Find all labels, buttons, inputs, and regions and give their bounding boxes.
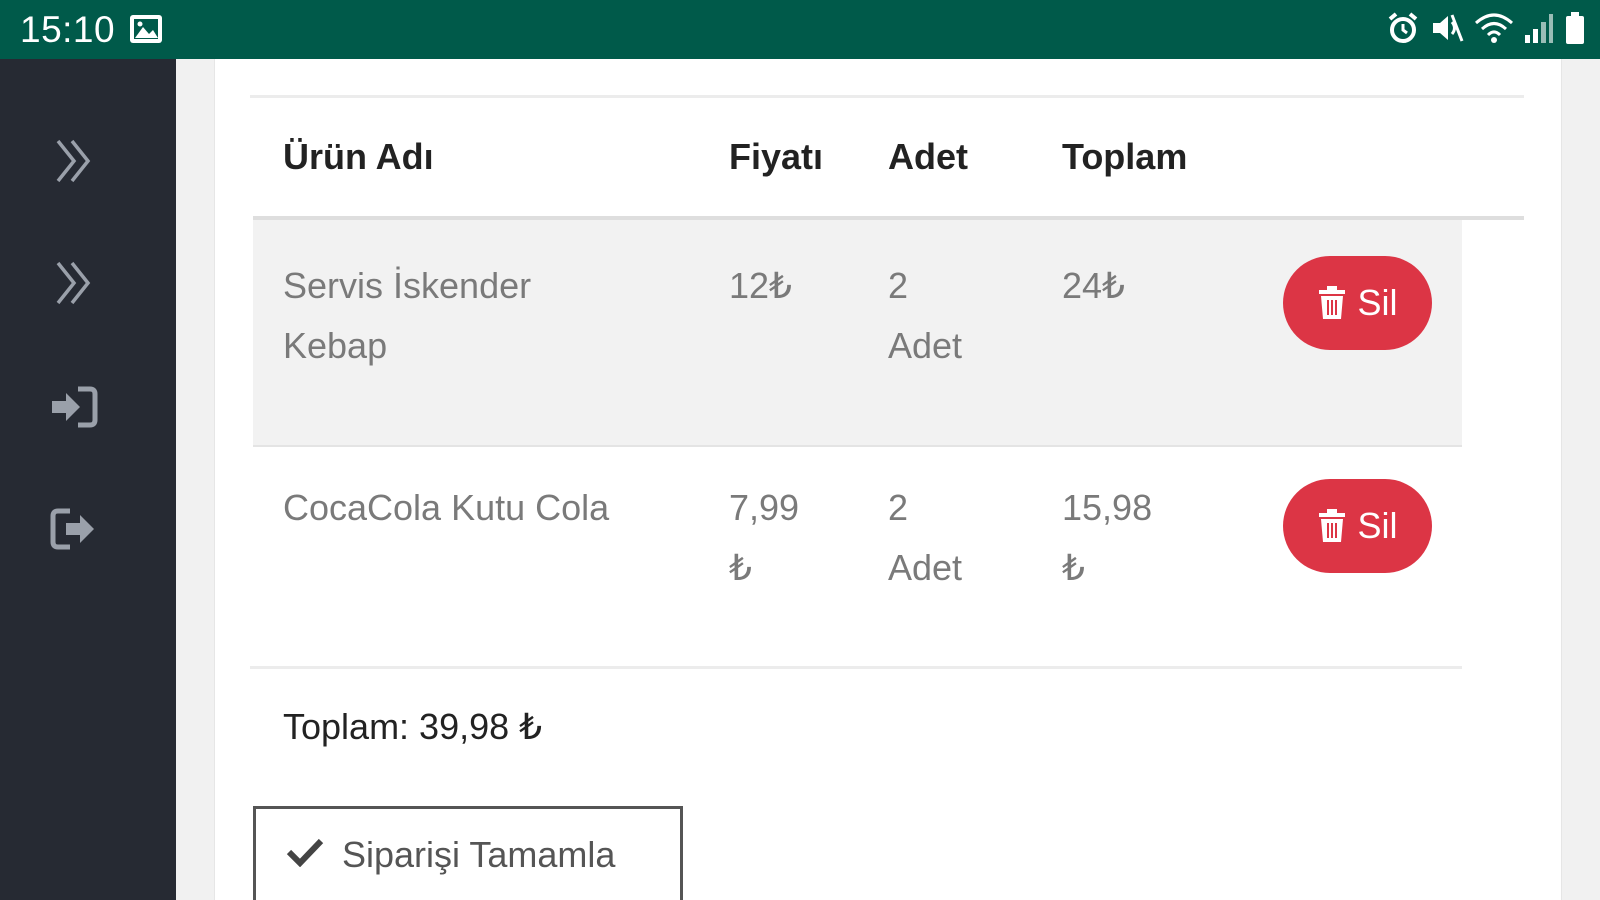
sidebar-item-logout[interactable] [44, 501, 104, 561]
status-time: 15:10 [20, 9, 116, 50]
sign-in-icon [50, 386, 98, 433]
delete-button[interactable]: Sil [1283, 256, 1432, 350]
complete-order-label: Siparişi Tamamla [342, 833, 616, 875]
trash-icon [1317, 509, 1347, 543]
header-product-name: Ürün Adı [283, 136, 434, 177]
cell-price: 7,99 ₺ [729, 487, 800, 588]
signal-icon [1524, 11, 1554, 50]
mute-icon [1430, 11, 1464, 50]
sidebar-item-expand-2[interactable] [44, 255, 104, 315]
delete-label: Sil [1357, 505, 1398, 546]
cell-product-name: Servis İskender Kebap [283, 265, 532, 366]
delete-label: Sil [1357, 282, 1398, 323]
double-chevron-right-icon [54, 261, 94, 310]
cell-price: 12₺ [729, 265, 792, 306]
sidebar [0, 59, 176, 900]
grand-total: Toplam: 39,98 ₺ [283, 706, 543, 747]
cell-quantity: 2 Adet [888, 265, 963, 366]
double-chevron-right-icon [54, 139, 94, 188]
sidebar-item-login[interactable] [44, 379, 104, 439]
divider [250, 95, 1524, 98]
complete-order-button[interactable]: Siparişi Tamamla [253, 806, 683, 900]
wifi-icon [1474, 11, 1514, 50]
gallery-icon [129, 14, 163, 44]
check-icon [286, 834, 324, 876]
battery-icon [1564, 11, 1586, 50]
trash-icon [1317, 286, 1347, 320]
cell-total: 15,98 ₺ [1062, 487, 1153, 588]
delete-button[interactable]: Sil [1283, 479, 1432, 573]
sign-out-icon [50, 508, 98, 555]
status-bar: 15:10 [0, 0, 1600, 59]
cell-product-name: CocaCola Kutu Cola [283, 487, 610, 528]
cell-total: 24₺ [1062, 265, 1125, 306]
header-total: Toplam [1062, 136, 1188, 177]
alarm-icon [1386, 11, 1420, 50]
header-quantity: Adet [888, 136, 968, 177]
cell-quantity: 2 Adet [888, 487, 963, 588]
sidebar-item-expand[interactable] [44, 133, 104, 193]
header-price: Fiyatı [729, 136, 824, 177]
row-divider [253, 445, 1462, 447]
divider [250, 666, 1462, 669]
